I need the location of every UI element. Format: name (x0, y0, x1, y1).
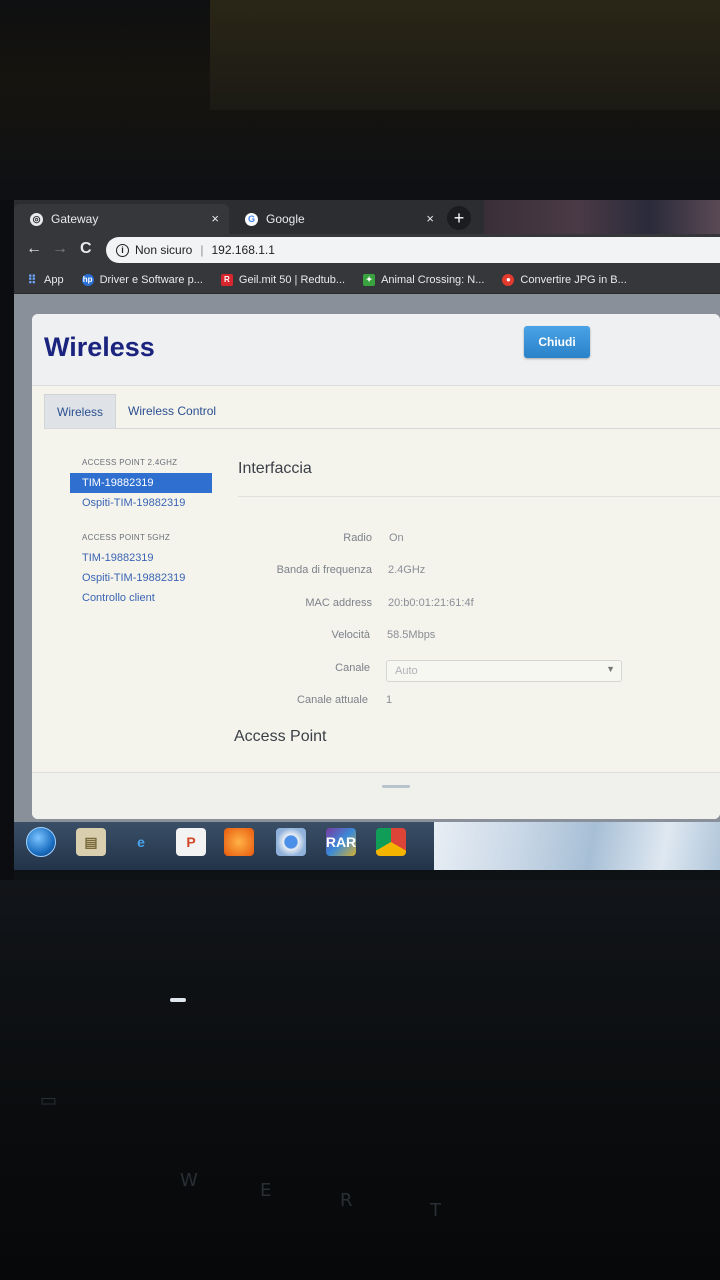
sidebar-item-ospiti-5[interactable]: Ospiti-TIM-19882319 (70, 568, 212, 588)
windows-taskbar: ▤ e P RAR (14, 822, 720, 870)
field-value: On (389, 532, 404, 544)
room-background (0, 0, 720, 200)
bookmark-geil[interactable]: R Geil.mit 50 | Redtub... (220, 273, 346, 286)
section-access-point: Access Point (234, 728, 327, 745)
field-label: Canale (335, 662, 370, 674)
bookmark-label: App (44, 273, 64, 286)
sidebar-item-tim-24[interactable]: TIM-19882319 (70, 473, 212, 493)
bookmarks-bar: ⠿ App hp Driver e Software p... R Geil.m… (14, 266, 720, 294)
reload-icon[interactable]: C (80, 240, 92, 258)
modal-footer (32, 772, 720, 819)
section-interfaccia: Interfaccia (238, 460, 312, 477)
keyboard-key: ▭ (40, 1090, 58, 1111)
page-backdrop: Wireless Wireless Wireless Control ACCES… (14, 294, 720, 834)
address-separator: | (200, 243, 204, 257)
field-value: 1 (386, 694, 393, 706)
internet-explorer-icon[interactable]: e (126, 828, 156, 856)
field-label: Canale attuale (297, 694, 368, 706)
sidebar-item-controllo-client[interactable]: Controllo client (70, 588, 212, 608)
tab-google[interactable]: G Google × (229, 204, 444, 234)
powerpoint-icon[interactable]: P (176, 828, 206, 856)
canale-select[interactable]: Auto ▼ (386, 660, 622, 682)
select-value: Auto (395, 665, 418, 677)
bookmark-hp-driver[interactable]: hp Driver e Software p... (81, 273, 203, 286)
desktop-wallpaper-strip (434, 822, 720, 870)
tabs-divider (44, 428, 720, 429)
keyboard-key: E (260, 1180, 272, 1201)
tab-title: Google (266, 212, 305, 226)
green-leaf-icon: ✦ (363, 273, 376, 286)
field-label: Radio (343, 532, 372, 544)
field-value: 2.4GHz (388, 564, 426, 576)
keyboard-key: R (340, 1190, 353, 1211)
field-label: Banda di frequenza (276, 564, 372, 576)
close-button[interactable]: Chiudi (524, 326, 590, 358)
bookmark-animal-crossing[interactable]: ✦ Animal Crossing: N... (363, 273, 485, 286)
tab-title: Gateway (51, 212, 99, 226)
firefox-icon[interactable] (224, 828, 254, 856)
scroll-indicator (382, 785, 410, 788)
winrar-icon[interactable]: RAR (326, 828, 356, 856)
keyboard-key: T (430, 1200, 441, 1221)
hp-icon: hp (81, 273, 94, 286)
globe-icon: ◎ (30, 212, 43, 226)
sidebar-item-tim-5[interactable]: TIM-19882319 (70, 548, 212, 568)
background-reflection (484, 200, 720, 234)
access-point-sidebar: ACCESS POINT 2.4GHZ TIM-19882319 Ospiti-… (70, 452, 212, 608)
start-button-icon[interactable] (26, 827, 56, 857)
file-explorer-icon[interactable]: ▤ (76, 828, 106, 856)
field-label: MAC address (305, 597, 372, 609)
browser-toolbar: ← → C i Non sicuro | 192.168.1.1 (14, 234, 720, 266)
bookmark-apps[interactable]: ⠿ App (26, 272, 64, 287)
tab-gateway[interactable]: ◎ Gateway × (14, 204, 229, 234)
close-icon[interactable]: × (426, 211, 434, 226)
chrome-icon[interactable] (376, 828, 406, 856)
bookmark-label: Geil.mit 50 | Redtub... (238, 273, 346, 286)
keyboard: ▭ W E R T (0, 1050, 720, 1280)
field-value: 58.5Mbps (387, 629, 436, 641)
field-label: Velocità (331, 629, 370, 641)
forward-arrow-icon[interactable]: → (52, 240, 68, 258)
back-arrow-icon[interactable]: ← (26, 240, 42, 258)
background-light (210, 0, 720, 110)
group-label-5ghz: ACCESS POINT 5GHZ (82, 533, 171, 542)
chevron-down-icon: ▼ (606, 664, 615, 674)
field-value: 20:b0:01:21:61:4f (388, 597, 474, 609)
modal-header: Wireless (32, 314, 720, 386)
security-label: Non sicuro (135, 243, 193, 257)
group-label-24ghz: ACCESS POINT 2.4GHZ (82, 458, 178, 467)
bookmark-label: Convertire JPG in B... (520, 273, 627, 286)
browser-tabstrip: ◎ Gateway × G Google × + (14, 200, 720, 234)
close-icon[interactable]: × (211, 211, 219, 226)
new-tab-button[interactable]: + (447, 206, 471, 230)
modal-tabs: Wireless Wireless Control (44, 394, 228, 428)
bookmark-label: Driver e Software p... (99, 273, 203, 286)
power-led (170, 998, 186, 1002)
section-divider (238, 496, 720, 497)
monitor-screen: ◎ Gateway × G Google × + ← → C i Non sic… (14, 200, 720, 895)
tab-wireless-control[interactable]: Wireless Control (116, 394, 228, 428)
apps-grid-icon: ⠿ (27, 272, 37, 287)
keyboard-key: W (180, 1170, 198, 1191)
info-icon[interactable]: i (116, 243, 129, 257)
wireless-modal: Wireless Wireless Wireless Control ACCES… (32, 314, 720, 819)
bookmark-jpg-converter[interactable]: ● Convertire JPG in B... (502, 273, 627, 286)
converter-icon: ● (502, 273, 515, 286)
tab-wireless[interactable]: Wireless (44, 394, 117, 428)
chrome-icon[interactable] (276, 828, 306, 856)
google-icon: G (245, 212, 258, 226)
red-r-icon: R (220, 273, 233, 286)
bookmark-label: Animal Crossing: N... (381, 273, 485, 286)
modal-title: Wireless (44, 332, 155, 362)
url-text[interactable]: 192.168.1.1 (211, 243, 274, 257)
address-bar[interactable]: i Non sicuro | 192.168.1.1 (106, 237, 720, 263)
sidebar-item-ospiti-24[interactable]: Ospiti-TIM-19882319 (70, 493, 212, 513)
